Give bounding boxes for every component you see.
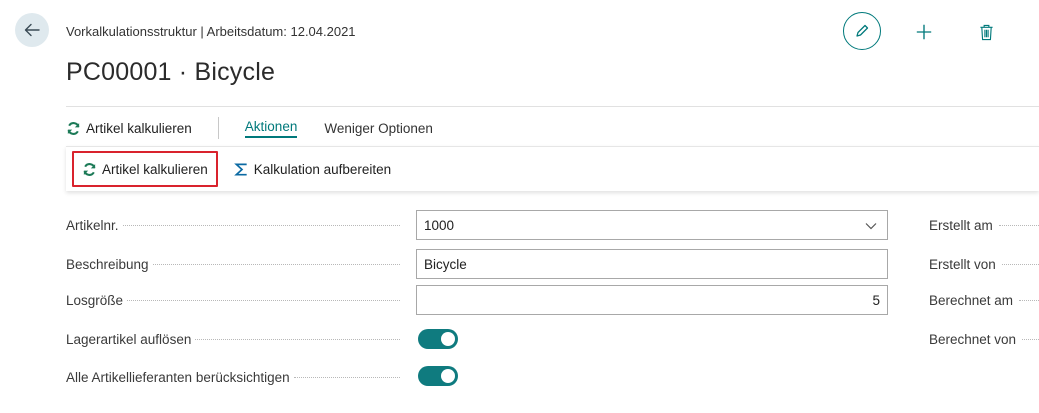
- lot-size-label-wrap: Losgröße: [66, 293, 406, 308]
- leader-dots: [1019, 299, 1039, 301]
- description-row: Beschreibung: [66, 249, 406, 279]
- breadcrumb: Vorkalkulationsstruktur | Arbeitsdatum: …: [66, 24, 356, 39]
- leader-dots: [998, 224, 1039, 226]
- action-bar: Artikel kalkulieren Aktionen Weniger Opt…: [66, 112, 433, 144]
- delete-button[interactable]: [976, 21, 996, 43]
- calculated-on-label: Berechnet am: [929, 292, 1014, 308]
- description-value: Bicycle: [424, 256, 467, 272]
- submenu-calculate-item-label: Artikel kalkulieren: [102, 161, 208, 177]
- chevron-down-icon[interactable]: [865, 220, 877, 232]
- prepare-calculation-button[interactable]: Kalkulation aufbereiten: [226, 151, 399, 187]
- item-no-label-wrap: Artikelnr.: [66, 218, 406, 233]
- calculate-item-button[interactable]: Artikel kalkulieren: [66, 121, 192, 136]
- created-on-label: Erstellt am: [929, 217, 993, 233]
- header-actions: [843, 12, 993, 50]
- description-label: Beschreibung: [66, 256, 149, 272]
- description-label-wrap: Beschreibung: [66, 257, 406, 272]
- item-no-value: 1000: [424, 217, 455, 233]
- explode-bom-toggle[interactable]: [418, 329, 458, 349]
- leader-dots: [127, 299, 400, 301]
- explode-bom-label-wrap: Lagerartikel auflösen: [66, 332, 406, 347]
- all-vendors-row: Alle Artikellieferanten berücksichtigen: [66, 362, 406, 392]
- trash-icon: [979, 24, 993, 40]
- lot-size-row: Losgröße: [66, 285, 406, 315]
- all-vendors-toggle[interactable]: [418, 366, 458, 386]
- tab-fewer-options[interactable]: Weniger Optionen: [324, 121, 433, 136]
- leader-dots: [1001, 263, 1039, 265]
- page-title: PC00001 · Bicycle: [66, 58, 276, 86]
- refresh-icon: [83, 162, 96, 176]
- actions-submenu: Artikel kalkulieren Kalkulation aufberei…: [66, 146, 1039, 191]
- refresh-icon: [67, 121, 80, 135]
- calculated-by-row: Berechnet von: [929, 324, 1039, 354]
- calculate-item-label: Artikel kalkulieren: [86, 120, 192, 136]
- leader-dots: [195, 338, 400, 340]
- explode-bom-row: Lagerartikel auflösen: [66, 324, 406, 354]
- leader-dots: [152, 263, 400, 265]
- leader-dots: [1022, 338, 1039, 340]
- calculated-by-label: Berechnet von: [929, 331, 1017, 347]
- leader-dots: [293, 376, 400, 378]
- created-on-row: Erstellt am: [929, 210, 1039, 240]
- new-button[interactable]: [913, 21, 935, 43]
- description-field[interactable]: Bicycle: [416, 249, 888, 279]
- leader-dots: [122, 224, 400, 226]
- item-no-label: Artikelnr.: [66, 217, 119, 233]
- plus-icon: [916, 24, 932, 40]
- item-no-row: Artikelnr.: [66, 210, 406, 240]
- lot-size-label: Losgröße: [66, 292, 124, 308]
- all-vendors-label-wrap: Alle Artikellieferanten berücksichtigen: [66, 370, 406, 385]
- calculated-on-row: Berechnet am: [929, 285, 1039, 315]
- toggle-knob: [441, 369, 455, 383]
- submenu-calculate-item-button[interactable]: Artikel kalkulieren: [72, 151, 218, 187]
- action-divider: [217, 117, 219, 139]
- pencil-icon: [856, 24, 869, 37]
- prepare-calculation-label: Kalkulation aufbereiten: [253, 161, 392, 177]
- toggle-knob: [441, 332, 455, 346]
- item-no-dropdown[interactable]: 1000: [416, 210, 888, 240]
- created-by-label: Erstellt von: [929, 256, 996, 272]
- header-divider: [66, 106, 1039, 107]
- all-vendors-label: Alle Artikellieferanten berücksichtigen: [66, 369, 290, 385]
- explode-bom-label: Lagerartikel auflösen: [66, 331, 192, 347]
- sigma-icon: [233, 163, 247, 175]
- arrow-left-icon: [24, 23, 40, 37]
- lot-size-field[interactable]: 5: [416, 285, 888, 315]
- edit-button[interactable]: [843, 12, 881, 50]
- back-button[interactable]: [15, 13, 49, 47]
- created-by-row: Erstellt von: [929, 249, 1039, 279]
- lot-size-value: 5: [872, 292, 880, 308]
- tab-actions[interactable]: Aktionen: [244, 119, 298, 138]
